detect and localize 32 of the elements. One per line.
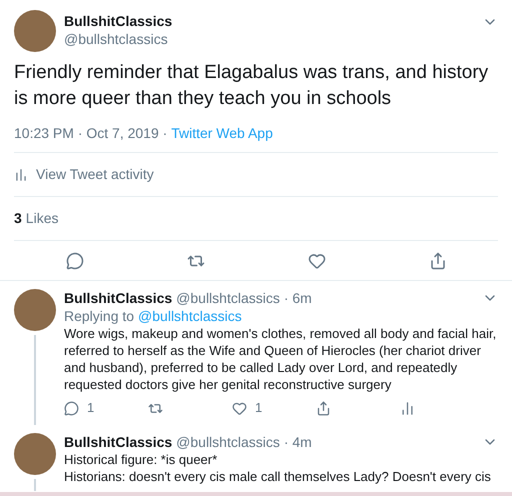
bar-chart-icon [14,168,28,182]
avatar[interactable] [14,289,56,331]
reply-time[interactable]: · 6m [284,289,312,307]
share-icon[interactable] [428,252,446,270]
likes-label[interactable]: Likes [26,208,58,229]
avatar[interactable] [14,10,56,52]
display-name[interactable]: BullshitClassics [64,289,172,307]
tweet-activity-link[interactable]: View Tweet activity [36,164,154,185]
speech-bubble-icon[interactable] [66,252,84,270]
reply-time[interactable]: · 4m [284,433,312,451]
user-handle[interactable]: @bullshtclassics [176,289,280,307]
source-link[interactable]: Twitter Web App [171,124,273,142]
action-count: 1 [87,399,94,418]
heart-icon[interactable] [308,252,326,270]
reply-text: Historians: doesn't every cis male call themselves Lady? Doesn't every cis [64,468,492,485]
reply-text: Historical figure: *is queer* [64,451,218,468]
replying-to-label: Replying to [64,307,134,325]
heart-icon[interactable] [232,400,247,416]
timestamp[interactable]: 10:23 PM · Oct 7, 2019 · [14,124,172,142]
avatar[interactable] [14,433,56,475]
display-name[interactable]: BullshitClassics [64,433,172,451]
display-name[interactable]: BullshitClassics [64,12,474,30]
likes-count[interactable]: 3 [14,208,22,229]
replying-to-link[interactable]: @bullshtclassics [138,307,242,325]
reply-text: Wore wigs, makeup and women's clothes, removed all body and facial hair, referred to herself as the Wife and Queen of Hierocles (her chariot driver and husband), preferred to be called Lady over Lord, and repeatedly requested doctors give her genital reconstructive surgery [64,325,498,393]
share-icon[interactable] [316,400,331,416]
bar-chart-icon[interactable] [400,400,415,416]
user-handle[interactable]: @bullshtclassics [176,433,280,451]
speech-bubble-icon[interactable] [64,400,79,416]
action-count: 1 [255,399,262,418]
tweet-text: Friendly reminder that Elagabalus was trans, and history is more queer than they teach you in schools [14,61,490,111]
user-handle[interactable]: @bullshtclassics [64,30,474,48]
